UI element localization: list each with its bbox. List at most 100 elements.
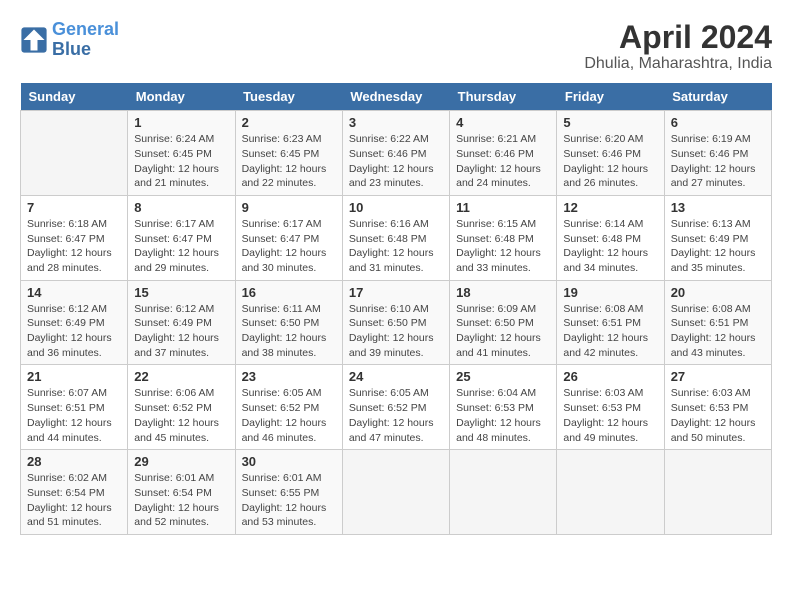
weekday-header-row: SundayMondayTuesdayWednesdayThursdayFrid… bbox=[21, 83, 772, 111]
day-number: 1 bbox=[134, 115, 228, 130]
day-number: 25 bbox=[456, 369, 550, 384]
day-info: Sunrise: 6:03 AM Sunset: 6:53 PM Dayligh… bbox=[563, 386, 657, 445]
day-number: 21 bbox=[27, 369, 121, 384]
day-info: Sunrise: 6:19 AM Sunset: 6:46 PM Dayligh… bbox=[671, 132, 765, 191]
day-info: Sunrise: 6:23 AM Sunset: 6:45 PM Dayligh… bbox=[242, 132, 336, 191]
day-number: 19 bbox=[563, 285, 657, 300]
day-info: Sunrise: 6:10 AM Sunset: 6:50 PM Dayligh… bbox=[349, 302, 443, 361]
day-info: Sunrise: 6:01 AM Sunset: 6:54 PM Dayligh… bbox=[134, 471, 228, 530]
day-number: 17 bbox=[349, 285, 443, 300]
page-subtitle: Dhulia, Maharashtra, India bbox=[584, 55, 772, 73]
calendar-cell: 24 Sunrise: 6:05 AM Sunset: 6:52 PM Dayli… bbox=[342, 365, 449, 450]
day-info: Sunrise: 6:08 AM Sunset: 6:51 PM Dayligh… bbox=[671, 302, 765, 361]
day-number: 24 bbox=[349, 369, 443, 384]
calendar-cell: 13Sunrise: 6:13 AM Sunset: 6:49 PM Dayli… bbox=[664, 195, 771, 280]
calendar-cell bbox=[557, 450, 664, 535]
week-row-1: 1 Sunrise: 6:24 AM Sunset: 6:45 PM Daylig… bbox=[21, 111, 772, 196]
day-info: Sunrise: 6:15 AM Sunset: 6:48 PM Dayligh… bbox=[456, 217, 550, 276]
calendar-cell: 19Sunrise: 6:08 AM Sunset: 6:51 PM Dayli… bbox=[557, 280, 664, 365]
page-title: April 2024 bbox=[584, 20, 772, 55]
day-number: 12 bbox=[563, 200, 657, 215]
calendar-cell: 27Sunrise: 6:03 AM Sunset: 6:53 PM Dayli… bbox=[664, 365, 771, 450]
weekday-header-thursday: Thursday bbox=[450, 83, 557, 111]
day-info: Sunrise: 6:16 AM Sunset: 6:48 PM Dayligh… bbox=[349, 217, 443, 276]
day-number: 8 bbox=[134, 200, 228, 215]
calendar-cell: 1 Sunrise: 6:24 AM Sunset: 6:45 PM Daylig… bbox=[128, 111, 235, 196]
day-number: 29 bbox=[134, 454, 228, 469]
calendar-cell bbox=[664, 450, 771, 535]
day-number: 4 bbox=[456, 115, 550, 130]
calendar-cell: 18Sunrise: 6:09 AM Sunset: 6:50 PM Dayli… bbox=[450, 280, 557, 365]
calendar-cell: 20 Sunrise: 6:08 AM Sunset: 6:51 PM Dayli… bbox=[664, 280, 771, 365]
weekday-header-sunday: Sunday bbox=[21, 83, 128, 111]
day-number: 11 bbox=[456, 200, 550, 215]
calendar-cell: 22 Sunrise: 6:06 AM Sunset: 6:52 PM Dayli… bbox=[128, 365, 235, 450]
calendar-cell: 6 Sunrise: 6:19 AM Sunset: 6:46 PM Daylig… bbox=[664, 111, 771, 196]
logo: General Blue bbox=[20, 20, 119, 60]
logo-icon bbox=[20, 26, 48, 54]
day-info: Sunrise: 6:12 AM Sunset: 6:49 PM Dayligh… bbox=[134, 302, 228, 361]
day-info: Sunrise: 6:05 AM Sunset: 6:52 PM Dayligh… bbox=[242, 386, 336, 445]
day-number: 22 bbox=[134, 369, 228, 384]
day-info: Sunrise: 6:18 AM Sunset: 6:47 PM Dayligh… bbox=[27, 217, 121, 276]
calendar-cell: 8 Sunrise: 6:17 AM Sunset: 6:47 PM Daylig… bbox=[128, 195, 235, 280]
day-info: Sunrise: 6:17 AM Sunset: 6:47 PM Dayligh… bbox=[134, 217, 228, 276]
day-info: Sunrise: 6:14 AM Sunset: 6:48 PM Dayligh… bbox=[563, 217, 657, 276]
calendar-cell: 29 Sunrise: 6:01 AM Sunset: 6:54 PM Dayli… bbox=[128, 450, 235, 535]
title-block: April 2024 Dhulia, Maharashtra, India bbox=[584, 20, 772, 73]
calendar-cell: 17 Sunrise: 6:10 AM Sunset: 6:50 PM Dayli… bbox=[342, 280, 449, 365]
day-info: Sunrise: 6:07 AM Sunset: 6:51 PM Dayligh… bbox=[27, 386, 121, 445]
calendar-cell: 30 Sunrise: 6:01 AM Sunset: 6:55 PM Dayli… bbox=[235, 450, 342, 535]
calendar-cell: 9Sunrise: 6:17 AM Sunset: 6:47 PM Daylig… bbox=[235, 195, 342, 280]
weekday-header-tuesday: Tuesday bbox=[235, 83, 342, 111]
week-row-3: 14 Sunrise: 6:12 AM Sunset: 6:49 PM Dayli… bbox=[21, 280, 772, 365]
week-row-5: 28Sunrise: 6:02 AM Sunset: 6:54 PM Dayli… bbox=[21, 450, 772, 535]
week-row-2: 7 Sunrise: 6:18 AM Sunset: 6:47 PM Daylig… bbox=[21, 195, 772, 280]
calendar-cell: 11 Sunrise: 6:15 AM Sunset: 6:48 PM Dayli… bbox=[450, 195, 557, 280]
day-info: Sunrise: 6:09 AM Sunset: 6:50 PM Dayligh… bbox=[456, 302, 550, 361]
day-number: 23 bbox=[242, 369, 336, 384]
calendar-table: SundayMondayTuesdayWednesdayThursdayFrid… bbox=[20, 83, 772, 535]
day-number: 14 bbox=[27, 285, 121, 300]
day-info: Sunrise: 6:04 AM Sunset: 6:53 PM Dayligh… bbox=[456, 386, 550, 445]
weekday-header-saturday: Saturday bbox=[664, 83, 771, 111]
day-number: 16 bbox=[242, 285, 336, 300]
page-header: General Blue April 2024 Dhulia, Maharash… bbox=[20, 20, 772, 73]
calendar-cell: 21 Sunrise: 6:07 AM Sunset: 6:51 PM Dayli… bbox=[21, 365, 128, 450]
calendar-cell: 16 Sunrise: 6:11 AM Sunset: 6:50 PM Dayli… bbox=[235, 280, 342, 365]
day-number: 13 bbox=[671, 200, 765, 215]
calendar-cell bbox=[342, 450, 449, 535]
logo-text: General Blue bbox=[52, 20, 119, 60]
day-info: Sunrise: 6:24 AM Sunset: 6:45 PM Dayligh… bbox=[134, 132, 228, 191]
week-row-4: 21 Sunrise: 6:07 AM Sunset: 6:51 PM Dayli… bbox=[21, 365, 772, 450]
day-info: Sunrise: 6:05 AM Sunset: 6:52 PM Dayligh… bbox=[349, 386, 443, 445]
day-info: Sunrise: 6:17 AM Sunset: 6:47 PM Dayligh… bbox=[242, 217, 336, 276]
calendar-cell: 3Sunrise: 6:22 AM Sunset: 6:46 PM Daylig… bbox=[342, 111, 449, 196]
day-number: 2 bbox=[242, 115, 336, 130]
weekday-header-friday: Friday bbox=[557, 83, 664, 111]
day-number: 20 bbox=[671, 285, 765, 300]
calendar-cell bbox=[21, 111, 128, 196]
day-number: 7 bbox=[27, 200, 121, 215]
day-info: Sunrise: 6:01 AM Sunset: 6:55 PM Dayligh… bbox=[242, 471, 336, 530]
day-info: Sunrise: 6:20 AM Sunset: 6:46 PM Dayligh… bbox=[563, 132, 657, 191]
day-info: Sunrise: 6:06 AM Sunset: 6:52 PM Dayligh… bbox=[134, 386, 228, 445]
calendar-cell: 4 Sunrise: 6:21 AM Sunset: 6:46 PM Daylig… bbox=[450, 111, 557, 196]
day-number: 6 bbox=[671, 115, 765, 130]
calendar-cell: 15 Sunrise: 6:12 AM Sunset: 6:49 PM Dayli… bbox=[128, 280, 235, 365]
calendar-cell: 2 Sunrise: 6:23 AM Sunset: 6:45 PM Daylig… bbox=[235, 111, 342, 196]
day-number: 15 bbox=[134, 285, 228, 300]
day-number: 26 bbox=[563, 369, 657, 384]
calendar-cell: 23 Sunrise: 6:05 AM Sunset: 6:52 PM Dayli… bbox=[235, 365, 342, 450]
calendar-cell: 26 Sunrise: 6:03 AM Sunset: 6:53 PM Dayli… bbox=[557, 365, 664, 450]
day-number: 28 bbox=[27, 454, 121, 469]
calendar-cell: 5 Sunrise: 6:20 AM Sunset: 6:46 PM Daylig… bbox=[557, 111, 664, 196]
calendar-cell: 25 Sunrise: 6:04 AM Sunset: 6:53 PM Dayli… bbox=[450, 365, 557, 450]
day-info: Sunrise: 6:21 AM Sunset: 6:46 PM Dayligh… bbox=[456, 132, 550, 191]
day-info: Sunrise: 6:11 AM Sunset: 6:50 PM Dayligh… bbox=[242, 302, 336, 361]
day-number: 10 bbox=[349, 200, 443, 215]
day-number: 5 bbox=[563, 115, 657, 130]
calendar-cell: 14Sunrise: 6:12 AM Sunset: 6:49 PM Dayli… bbox=[21, 280, 128, 365]
day-number: 30 bbox=[242, 454, 336, 469]
calendar-cell: 12 Sunrise: 6:14 AM Sunset: 6:48 PM Dayli… bbox=[557, 195, 664, 280]
